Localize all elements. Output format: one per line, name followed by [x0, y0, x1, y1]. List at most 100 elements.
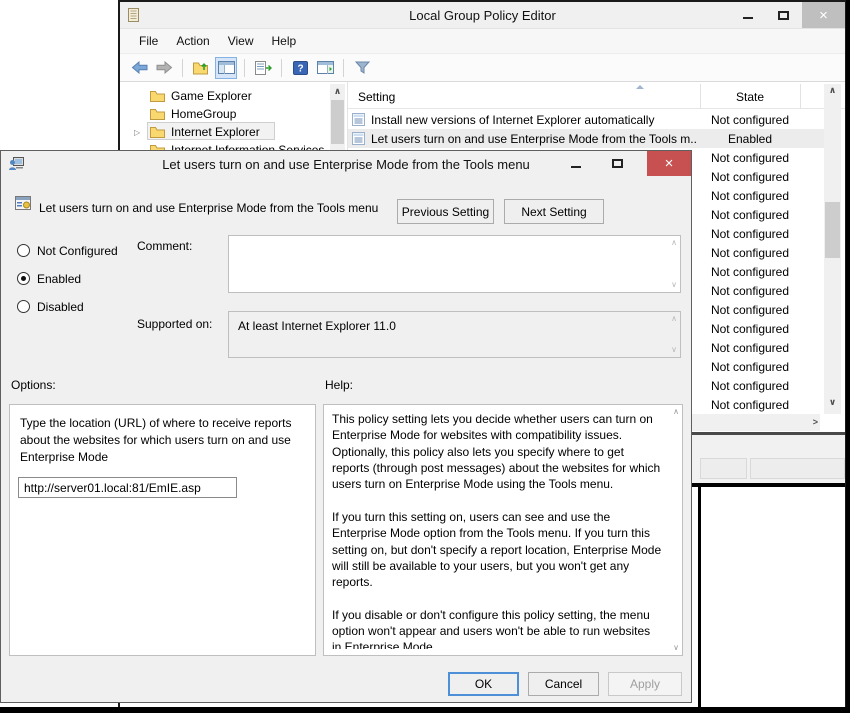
row-state-text: Not configured [700, 341, 800, 355]
row-state-text: Not configured [700, 170, 800, 184]
tree-item-label: Game Explorer [171, 89, 252, 103]
menu-view[interactable]: View [219, 30, 263, 52]
filter-icon[interactable] [351, 57, 373, 79]
main-title-bar[interactable]: Local Group Policy Editor × [120, 2, 845, 29]
list-vertical-scrollbar[interactable]: ∧ ∨ [824, 84, 841, 414]
scroll-up-icon[interactable]: ∧ [330, 87, 345, 96]
help-label: Help: [325, 378, 353, 392]
scroll-up-icon[interactable]: ∧ [673, 408, 679, 416]
scrollbar-thumb[interactable] [825, 202, 840, 258]
row-state-text: Not configured [700, 113, 800, 127]
column-header-setting[interactable]: Setting [358, 90, 395, 104]
folder-icon [150, 108, 165, 123]
radio-circle-icon[interactable] [17, 300, 30, 313]
menu-file[interactable]: File [130, 30, 167, 52]
up-one-level-icon[interactable] [190, 57, 212, 79]
toolbar: ? [120, 54, 845, 82]
main-maximize-button[interactable] [768, 2, 798, 28]
menu-action[interactable]: Action [167, 30, 218, 52]
column-header-state[interactable]: State [700, 90, 800, 104]
export-list-icon[interactable] [252, 57, 274, 79]
options-label: Options: [11, 378, 56, 392]
cancel-button[interactable]: Cancel [528, 672, 599, 696]
tree-expander-icon[interactable]: ▷ [134, 128, 140, 137]
policy-name: Let users turn on and use Enterprise Mod… [39, 201, 389, 215]
list-header: Setting State [348, 84, 845, 109]
status-segment [700, 458, 747, 479]
radio-circle-icon[interactable] [17, 272, 30, 285]
tree-scrollbar[interactable]: ∧ [330, 84, 345, 150]
radio-circle-icon[interactable] [17, 244, 30, 257]
policy-setting-icon [15, 196, 31, 213]
row-state-text: Not configured [700, 227, 800, 241]
radio-disabled[interactable]: Disabled [17, 299, 84, 314]
dialog-close-button[interactable]: × [647, 151, 691, 176]
status-segment [750, 458, 845, 479]
ok-button[interactable]: OK [448, 672, 519, 696]
dialog-maximize-button[interactable] [601, 151, 633, 176]
show-console-tree-icon[interactable] [215, 57, 237, 79]
tree-item-label: Internet Explorer [171, 125, 260, 139]
supported-on-value: At least Internet Explorer 11.0 [238, 319, 396, 333]
sort-ascending-icon [636, 85, 644, 89]
show-action-pane-icon[interactable] [314, 57, 336, 79]
help-icon[interactable]: ? [289, 57, 311, 79]
dialog-title-bar[interactable]: Let users turn on and use Enterprise Mod… [1, 151, 691, 177]
options-box: Type the location (URL) of where to rece… [9, 404, 316, 656]
policy-setting-dialog: Let users turn on and use Enterprise Mod… [0, 150, 692, 703]
column-divider[interactable] [800, 84, 801, 109]
policy-row-icon [352, 113, 365, 129]
next-setting-button[interactable]: Next Setting [504, 199, 604, 224]
main-minimize-button[interactable] [734, 2, 762, 28]
scroll-down-icon: ∨ [671, 346, 677, 354]
radio-enabled[interactable]: Enabled [17, 271, 81, 286]
row-state-text: Not configured [700, 208, 800, 222]
forward-icon[interactable] [153, 57, 175, 79]
menu-help[interactable]: Help [263, 30, 306, 52]
back-icon[interactable] [128, 57, 150, 79]
policy-list-row[interactable]: Install new versions of Internet Explore… [348, 110, 824, 129]
scroll-up-icon: ∧ [671, 315, 677, 323]
capture-border [846, 0, 850, 713]
scroll-down-icon[interactable]: ∨ [673, 644, 679, 652]
help-text: This policy setting lets you decide whet… [332, 411, 662, 649]
radio-label: Enabled [37, 272, 81, 286]
policy-row-icon [352, 132, 365, 148]
row-setting-text: Let users turn on and use Enterprise Mod… [371, 132, 696, 146]
help-box: This policy setting lets you decide whet… [323, 404, 683, 656]
toolbar-separator [182, 59, 183, 77]
report-url-input[interactable] [18, 477, 237, 498]
toolbar-separator [343, 59, 344, 77]
radio-label: Not Configured [37, 244, 118, 258]
row-state-text: Not configured [700, 246, 800, 260]
tree-item-game-explorer[interactable]: Game Explorer [120, 87, 347, 105]
apply-button: Apply [608, 672, 682, 696]
row-state-text: Not configured [700, 189, 800, 203]
capture-border [0, 707, 850, 713]
toolbar-separator [281, 59, 282, 77]
row-setting-text: Install new versions of Internet Explore… [371, 113, 696, 127]
comment-textarea[interactable] [229, 236, 680, 292]
row-state-text: Not configured [700, 303, 800, 317]
tree-item-homegroup[interactable]: HomeGroup [120, 105, 347, 123]
lower-area-border [698, 487, 701, 708]
row-state-text: Enabled [700, 132, 800, 146]
previous-setting-button[interactable]: Previous Setting [397, 199, 494, 224]
scroll-down-icon[interactable]: ∨ [824, 398, 841, 407]
main-close-button[interactable]: × [802, 2, 845, 28]
radio-label: Disabled [37, 300, 84, 314]
comment-box: ∧ ∨ [228, 235, 681, 293]
dialog-minimize-button[interactable] [561, 151, 591, 176]
row-state-text: Not configured [700, 360, 800, 374]
folder-icon [150, 126, 165, 141]
tree-item-internet-explorer[interactable]: ▷ Internet Explorer [120, 123, 347, 141]
policy-list-row[interactable]: Let users turn on and use Enterprise Mod… [348, 129, 824, 148]
scroll-right-icon[interactable]: > [813, 418, 818, 427]
row-state-text: Not configured [700, 265, 800, 279]
radio-not-configured[interactable]: Not Configured [17, 243, 118, 258]
folder-icon [150, 90, 165, 105]
tree-scrollbar-thumb[interactable] [331, 100, 344, 144]
scroll-up-icon[interactable]: ∧ [824, 86, 841, 95]
menu-bar: File Action View Help [120, 29, 845, 54]
row-state-text: Not configured [700, 151, 800, 165]
